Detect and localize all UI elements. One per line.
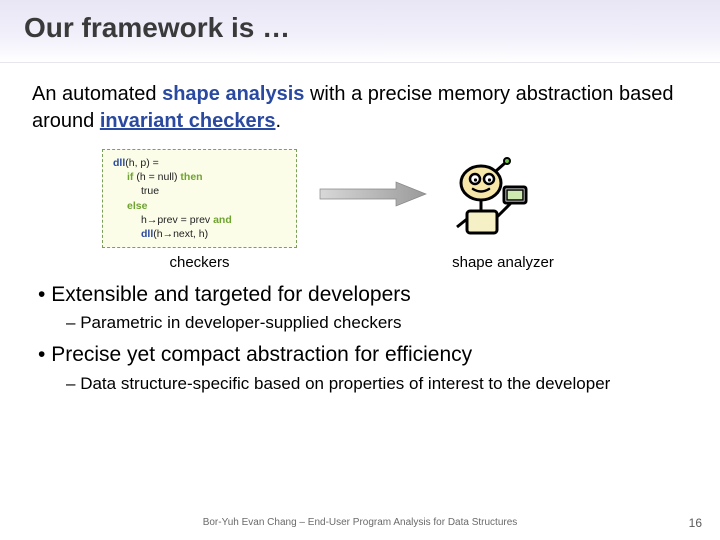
slide-content: An automated shape analysis with a preci… [0, 63, 720, 396]
bullet-1: Extensible and targeted for developers P… [38, 281, 688, 335]
robot-icon [449, 149, 529, 244]
arrow-icon [313, 149, 433, 209]
title-bar: Our framework is … [0, 0, 720, 63]
code-l5a: h→prev = prev [141, 214, 213, 226]
intro-post: . [276, 110, 282, 132]
intro-paragraph: An automated shape analysis with a preci… [32, 81, 688, 135]
bullet-list: Extensible and targeted for developers P… [32, 281, 688, 395]
sub-2-text: Data structure-specific based on propert… [80, 374, 610, 393]
caption-spacer [297, 254, 433, 271]
code-l1b: (h, p) = [125, 157, 159, 169]
sub-2: Data structure-specific based on propert… [66, 373, 688, 396]
checker-code-box: dll(h, p) = if (h = null) then true else… [102, 149, 297, 248]
sub-1: Parametric in developer-supplied checker… [66, 312, 688, 335]
caption-row: checkers shape analyzer [102, 254, 688, 271]
caption-shape-analyzer: shape analyzer [433, 254, 573, 271]
page-number: 16 [689, 516, 702, 530]
code-dll-2: dll [141, 228, 153, 240]
sub-list-1: Parametric in developer-supplied checker… [38, 312, 688, 335]
code-true: true [113, 184, 286, 198]
bullet-1-text: Extensible and targeted for developers [51, 283, 411, 306]
term-invariant-checkers: invariant checkers [100, 110, 276, 132]
code-dll-1: dll [113, 157, 125, 169]
term-shape-analysis: shape analysis [162, 83, 304, 105]
sub-list-2: Data structure-specific based on propert… [38, 373, 688, 396]
bullet-2: Precise yet compact abstraction for effi… [38, 341, 688, 395]
code-l2b: (h = null) [133, 171, 180, 183]
diagram-row: dll(h, p) = if (h = null) then true else… [102, 149, 688, 248]
sub-1-text: Parametric in developer-supplied checker… [80, 313, 401, 332]
footer-text: Bor-Yuh Evan Chang – End-User Program An… [0, 517, 720, 528]
code-then: then [180, 171, 202, 183]
code-l6b: (h→next, h) [153, 228, 208, 240]
bullet-2-text: Precise yet compact abstraction for effi… [51, 343, 472, 366]
intro-pre: An automated [32, 83, 162, 105]
slide-title: Our framework is … [24, 12, 696, 44]
code-and: and [213, 214, 232, 226]
caption-checkers: checkers [102, 254, 297, 271]
code-else: else [127, 200, 147, 212]
